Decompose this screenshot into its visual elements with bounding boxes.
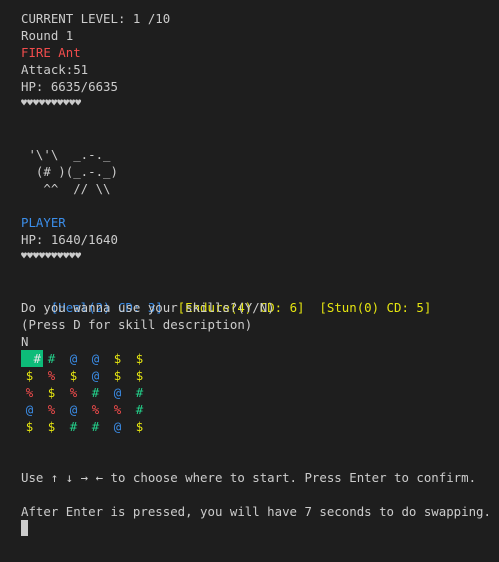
enemy-name: FIRE Ant — [21, 45, 81, 60]
puzzle-board[interactable]: # # @ @ $ $ $% $ @ $ $% $% # @ # @% @%% # $ $ # # @ $ — [21, 350, 157, 435]
terminal-cursor — [21, 520, 28, 536]
enemy-art-line: ^^ // \\ — [21, 181, 111, 196]
board-cell[interactable]: @ — [21, 401, 38, 418]
enemy-attack: Attack:51 — [21, 62, 89, 77]
board-cell[interactable]: $ — [131, 418, 148, 435]
skill-prompt: Do you wanna use your skills?(Y/N) — [21, 300, 275, 315]
board-cell[interactable]: $ — [131, 350, 148, 367]
skill-hint: (Press D for skill description) — [21, 317, 253, 332]
board-cell[interactable]: # — [131, 401, 148, 418]
board-cell[interactable]: % — [87, 401, 104, 418]
board-cell[interactable]: % — [43, 401, 60, 418]
player-name: PLAYER — [21, 215, 66, 230]
instruction-after: After Enter is pressed, you will have 7 … — [21, 504, 491, 519]
player-health-hearts: ♥♥♥♥♥♥♥♥♥♥ — [21, 251, 82, 262]
terminal-window: CURRENT LEVEL: 1 /10 Round 1 FIRE Ant At… — [0, 0, 499, 562]
board-cell[interactable]: $ — [65, 367, 82, 384]
board-cell[interactable]: % — [109, 401, 126, 418]
board-cell[interactable]: $ — [109, 350, 126, 367]
board-cell[interactable]: $ — [109, 367, 126, 384]
board-cell[interactable]: $ — [21, 367, 38, 384]
board-cell[interactable]: @ — [65, 350, 82, 367]
board-cell[interactable]: $ — [43, 418, 60, 435]
player-hp: HP: 1640/1640 — [21, 232, 118, 247]
current-level-text: CURRENT LEVEL: 1 /10 — [21, 11, 171, 26]
enemy-art-line: (# )(_.-._) — [21, 164, 118, 179]
board-cell[interactable]: # — [65, 418, 82, 435]
enemy-art-line: '\'\ _.-._ — [21, 147, 111, 162]
prompt-answer: N — [21, 334, 29, 349]
board-cell[interactable]: $ — [43, 384, 60, 401]
board-cell[interactable]: # — [43, 350, 60, 367]
board-cell[interactable]: % — [43, 367, 60, 384]
board-cell-selected[interactable]: # — [21, 350, 43, 367]
round-text: Round 1 — [21, 28, 74, 43]
board-cell[interactable]: $ — [131, 367, 148, 384]
enemy-hp: HP: 6635/6635 — [21, 79, 118, 94]
board-cell[interactable]: $ — [21, 418, 38, 435]
board-cell[interactable]: # — [87, 418, 104, 435]
skills-bar: [Heal(2) CD: 3] [Endure(4) CD: 6] [Stun(… — [21, 282, 431, 315]
board-cell[interactable]: # — [87, 384, 104, 401]
board-cell[interactable]: @ — [109, 418, 126, 435]
board-cell[interactable]: % — [65, 384, 82, 401]
skill-stun: [Stun(0) CD: 5] — [319, 300, 432, 315]
enemy-health-hearts: ♥♥♥♥♥♥♥♥♥♥ — [21, 98, 82, 109]
board-cell[interactable]: @ — [65, 401, 82, 418]
board-cell[interactable]: % — [21, 384, 38, 401]
board-cell[interactable]: @ — [87, 367, 104, 384]
board-cell[interactable]: # — [131, 384, 148, 401]
instruction-choose: Use ↑ ↓ → ← to choose where to start. Pr… — [21, 470, 477, 485]
board-cell[interactable]: @ — [87, 350, 104, 367]
board-cell[interactable]: @ — [109, 384, 126, 401]
